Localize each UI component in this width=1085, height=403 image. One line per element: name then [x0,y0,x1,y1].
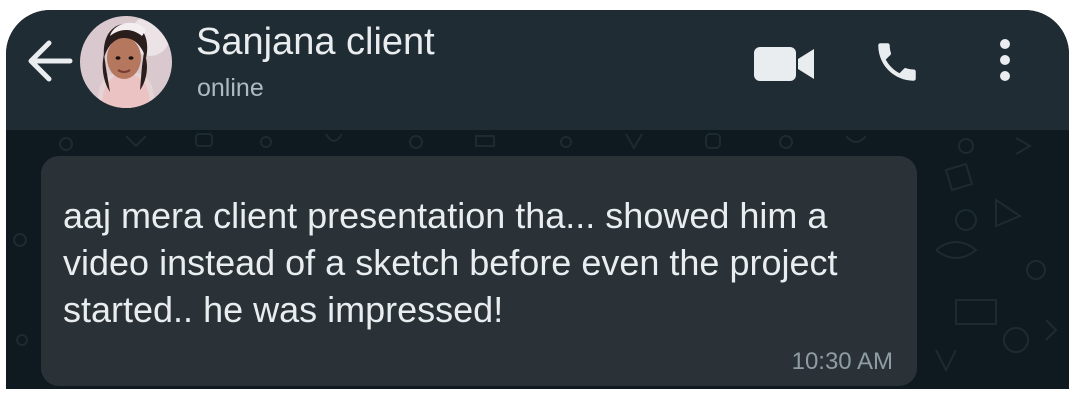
chat-window: Sanjana client online aaj mera client pr… [6,10,1069,389]
contact-status: online [197,74,264,102]
message-bubble[interactable]: aaj mera client presentation tha... show… [41,156,917,386]
video-camera-icon[interactable] [752,44,816,84]
chat-header: Sanjana client online [6,10,1069,130]
message-text: aaj mera client presentation tha... show… [63,195,838,330]
contact-avatar[interactable] [80,16,172,108]
contact-name[interactable]: Sanjana client [196,20,435,64]
more-vertical-icon[interactable] [994,38,1016,82]
message-timestamp: 10:30 AM [791,348,893,375]
back-arrow-icon[interactable] [28,40,74,82]
phone-icon[interactable] [872,36,922,88]
chat-area[interactable]: aaj mera client presentation tha... show… [6,130,1069,389]
